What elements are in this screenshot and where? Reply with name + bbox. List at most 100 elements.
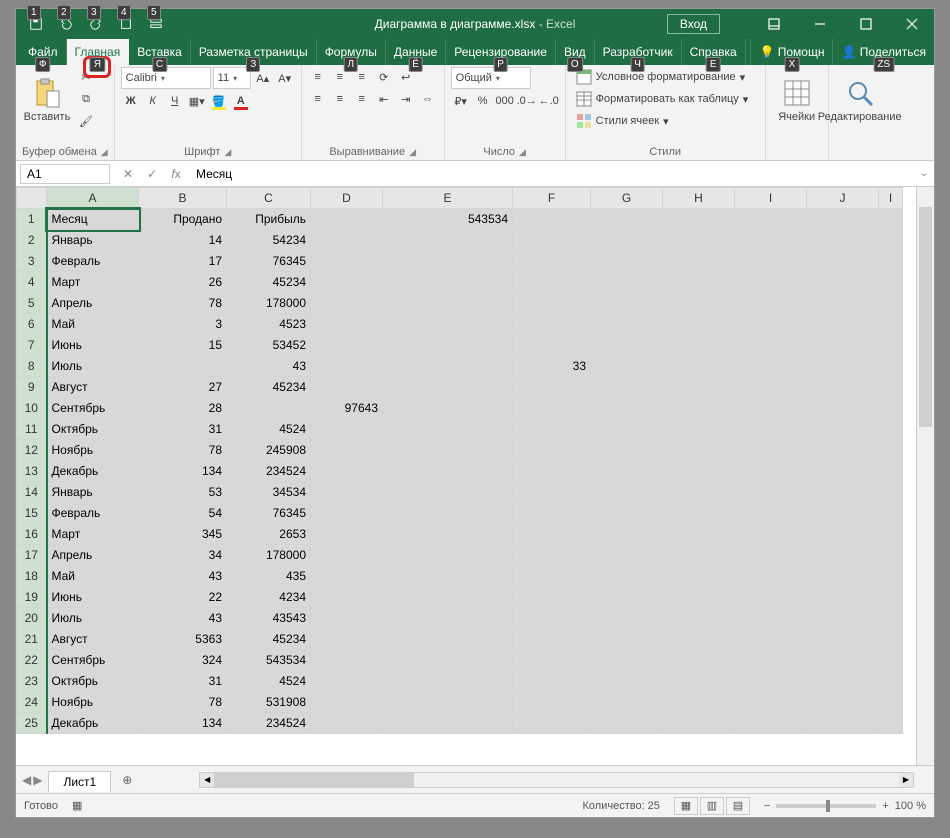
cell[interactable] xyxy=(383,650,513,671)
cell[interactable] xyxy=(807,251,879,272)
dialog-launcher-icon[interactable]: ◢ xyxy=(409,147,416,158)
cell[interactable]: Ноябрь xyxy=(47,440,139,461)
cell[interactable]: 4523 xyxy=(227,314,311,335)
column-header[interactable]: G xyxy=(591,188,663,209)
align-right-icon[interactable]: ≡ xyxy=(352,89,372,109)
cell[interactable] xyxy=(807,314,879,335)
cell[interactable] xyxy=(807,461,879,482)
cell[interactable] xyxy=(591,650,663,671)
qat-undo-icon[interactable]: 2 xyxy=(54,13,78,35)
cell[interactable] xyxy=(383,608,513,629)
cell[interactable] xyxy=(735,209,807,230)
row-header[interactable]: 7 xyxy=(17,335,47,356)
cell[interactable] xyxy=(735,671,807,692)
tab-разметка страницы[interactable]: Разметка страницыЗ xyxy=(191,39,317,65)
cell[interactable] xyxy=(663,440,735,461)
tab-файл[interactable]: ФайлФ xyxy=(20,39,67,65)
cell[interactable]: 234524 xyxy=(227,461,311,482)
cell[interactable]: 178000 xyxy=(227,293,311,314)
tab-справка[interactable]: СправкаЕ xyxy=(682,39,746,65)
row-header[interactable]: 4 xyxy=(17,272,47,293)
cell[interactable]: 435 xyxy=(227,566,311,587)
cell[interactable] xyxy=(311,440,383,461)
cell[interactable] xyxy=(591,377,663,398)
cell[interactable] xyxy=(663,461,735,482)
cell[interactable] xyxy=(807,692,879,713)
column-header[interactable]: F xyxy=(513,188,591,209)
cell[interactable] xyxy=(591,692,663,713)
cell[interactable] xyxy=(311,209,383,230)
cell[interactable] xyxy=(879,650,903,671)
cell[interactable] xyxy=(807,629,879,650)
bold-button[interactable]: Ж xyxy=(121,91,141,111)
cell[interactable] xyxy=(513,293,591,314)
cell[interactable]: 31 xyxy=(139,671,227,692)
cell[interactable] xyxy=(735,335,807,356)
row-header[interactable]: 9 xyxy=(17,377,47,398)
cell[interactable] xyxy=(663,713,735,734)
tab-формулы[interactable]: ФормулыЛ xyxy=(317,39,386,65)
cell[interactable] xyxy=(807,482,879,503)
cell[interactable] xyxy=(383,398,513,419)
cell[interactable]: 45234 xyxy=(227,629,311,650)
tab-share[interactable]: 👤 ПоделитьсяZS xyxy=(832,39,934,65)
row-header[interactable]: 6 xyxy=(17,314,47,335)
cell[interactable] xyxy=(311,545,383,566)
row-header[interactable]: 10 xyxy=(17,398,47,419)
cell[interactable] xyxy=(383,377,513,398)
cell[interactable]: 33 xyxy=(513,356,591,377)
cell[interactable] xyxy=(311,713,383,734)
cell[interactable]: Июнь xyxy=(47,587,139,608)
cell[interactable]: Август xyxy=(47,377,139,398)
cell[interactable]: 78 xyxy=(139,692,227,713)
view-normal-icon[interactable]: ▦ xyxy=(674,797,698,815)
cell[interactable] xyxy=(591,482,663,503)
column-header[interactable]: C xyxy=(227,188,311,209)
cell[interactable] xyxy=(311,251,383,272)
cell[interactable] xyxy=(513,482,591,503)
cell[interactable] xyxy=(879,629,903,650)
font-size-combo[interactable]: 11▾ xyxy=(213,67,251,89)
cell[interactable] xyxy=(591,314,663,335)
cell[interactable] xyxy=(311,608,383,629)
row-header[interactable]: 8 xyxy=(17,356,47,377)
row-header[interactable]: 22 xyxy=(17,650,47,671)
cell[interactable] xyxy=(735,650,807,671)
cell[interactable] xyxy=(513,692,591,713)
column-header[interactable]: H xyxy=(663,188,735,209)
cell[interactable] xyxy=(513,272,591,293)
tab-рецензирование[interactable]: РецензированиеР xyxy=(446,39,556,65)
cell[interactable] xyxy=(383,503,513,524)
cell[interactable] xyxy=(735,482,807,503)
cell[interactable]: 76345 xyxy=(227,251,311,272)
select-all-corner[interactable] xyxy=(17,188,47,209)
cell[interactable]: 543534 xyxy=(227,650,311,671)
cell[interactable] xyxy=(663,398,735,419)
percent-icon[interactable]: % xyxy=(473,91,493,111)
cell[interactable] xyxy=(513,587,591,608)
cell[interactable] xyxy=(513,650,591,671)
enter-icon[interactable]: ✓ xyxy=(142,167,162,181)
cell[interactable] xyxy=(311,377,383,398)
cell[interactable] xyxy=(311,587,383,608)
cell[interactable] xyxy=(663,335,735,356)
dialog-launcher-icon[interactable]: ◢ xyxy=(224,147,231,158)
cell[interactable] xyxy=(311,230,383,251)
cell[interactable]: 22 xyxy=(139,587,227,608)
cell[interactable] xyxy=(513,377,591,398)
dec-decimal-icon[interactable]: ←.0 xyxy=(539,91,559,111)
row-header[interactable]: 24 xyxy=(17,692,47,713)
cell[interactable] xyxy=(383,293,513,314)
cell[interactable]: 245908 xyxy=(227,440,311,461)
cell[interactable] xyxy=(807,650,879,671)
cell[interactable] xyxy=(879,545,903,566)
cell[interactable] xyxy=(735,293,807,314)
cell[interactable] xyxy=(879,566,903,587)
cell[interactable] xyxy=(807,608,879,629)
tab-вид[interactable]: ВидО xyxy=(556,39,595,65)
cell[interactable] xyxy=(735,713,807,734)
paste-button[interactable]: Вставить xyxy=(22,67,72,133)
copy-icon[interactable]: ⧉ xyxy=(76,89,96,109)
cell[interactable] xyxy=(735,440,807,461)
macro-record-icon[interactable]: ▦ xyxy=(72,799,82,812)
